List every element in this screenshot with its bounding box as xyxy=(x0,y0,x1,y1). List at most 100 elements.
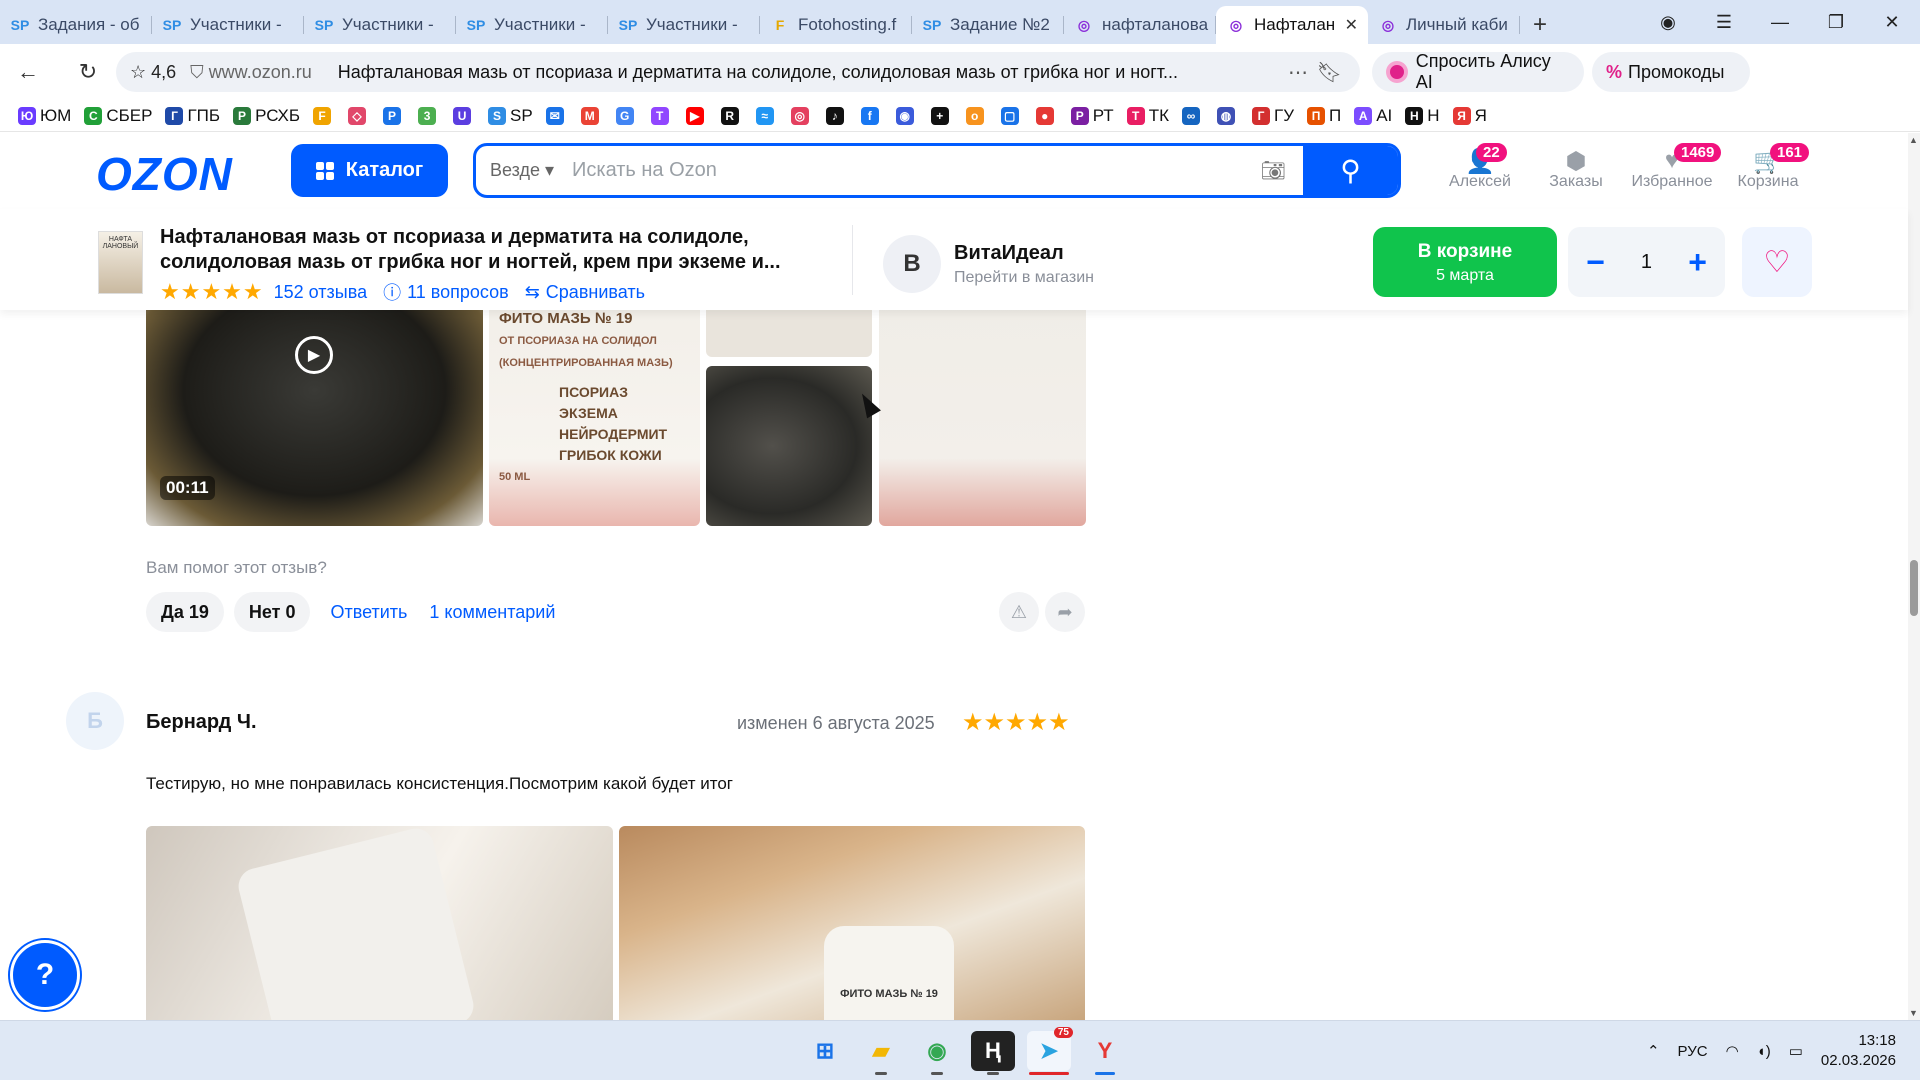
bookmark-item[interactable]: Ю ЮМ xyxy=(18,106,71,126)
reply-link[interactable]: Ответить xyxy=(330,602,407,623)
promo-button[interactable]: % Промокоды xyxy=(1592,52,1750,92)
bookmark-item[interactable]: R xyxy=(720,106,743,125)
browser-tab[interactable]: SP Участники - xyxy=(608,6,760,44)
language-indicator[interactable]: РУС xyxy=(1678,1043,1708,1060)
favorite-button[interactable]: ♡ xyxy=(1742,227,1812,297)
browser-tab[interactable]: SP Задание №2 xyxy=(912,6,1064,44)
decrease-button[interactable]: − xyxy=(1586,244,1605,281)
bookmark-icon[interactable]: 🔖︎ xyxy=(1317,60,1342,85)
chrome-icon[interactable]: ◉ xyxy=(915,1031,959,1075)
header-item-heart[interactable]: ♥ Избранное 1469 xyxy=(1624,143,1722,191)
product-thumbnail[interactable]: НАФТА ЛАНОВЫЙ xyxy=(98,231,143,294)
bookmark-item[interactable]: G xyxy=(615,106,638,125)
telegram-icon[interactable]: ➤ 75 xyxy=(1027,1027,1073,1075)
bookmark-item[interactable]: ▶ xyxy=(685,106,708,125)
compare-link[interactable]: ⇆ Сравнивать xyxy=(525,282,645,303)
bookmark-item[interactable]: НН xyxy=(1405,106,1440,126)
header-item-user[interactable]: 👤 Алексей 22 xyxy=(1432,143,1528,191)
bookmark-item[interactable]: F xyxy=(313,106,335,125)
bookmark-item[interactable]: S SP xyxy=(488,106,533,126)
review-photo-label[interactable]: ФИТО МАЗЬ № 19 ОТ ПСОРИАЗА НА СОЛИДОЛ (К… xyxy=(489,310,700,526)
volume-icon[interactable]: ◖) xyxy=(1757,1043,1771,1060)
bookmark-item[interactable]: ЯЯ xyxy=(1452,106,1487,126)
help-button[interactable]: ? xyxy=(10,940,80,1010)
browser-tab[interactable]: SP Участники - xyxy=(304,6,456,44)
browser-tab[interactable]: SP Участники - xyxy=(456,6,608,44)
browser-tab[interactable]: ◎ Личный каби xyxy=(1368,6,1520,44)
ask-alice-button[interactable]: Спросить Алису AI xyxy=(1372,51,1584,92)
bookmark-item[interactable]: С СБЕР xyxy=(84,106,152,126)
ozon-logo[interactable]: OZON xyxy=(96,147,233,201)
chevron-up-icon[interactable]: ⌃ xyxy=(1647,1042,1660,1060)
file-explorer-icon[interactable]: ▰ xyxy=(859,1031,903,1075)
share-button[interactable]: ➦ xyxy=(1045,592,1085,632)
close-window-button[interactable]: ✕ xyxy=(1864,12,1920,33)
seller-name[interactable]: ВитаИдеал xyxy=(954,242,1064,265)
review-photo-tall[interactable] xyxy=(879,310,1086,526)
bookmark-item[interactable]: ◇ xyxy=(348,106,370,125)
back-button[interactable]: ← xyxy=(6,59,50,85)
browser-tab[interactable]: SP Участники - xyxy=(152,6,304,44)
bookmark-item[interactable]: Р РСХБ xyxy=(233,106,300,126)
review-photo-small-1[interactable] xyxy=(706,310,872,357)
play-icon[interactable]: ▶ xyxy=(295,336,333,374)
scrollbar-thumb[interactable] xyxy=(1910,560,1918,616)
bookmark-item[interactable]: U xyxy=(453,106,475,125)
search-scope-select[interactable]: Везде ▾ xyxy=(490,160,572,181)
bookmark-item[interactable]: + xyxy=(930,106,953,125)
review-video[interactable]: ▶ 00:11 xyxy=(146,310,483,526)
browser-tab[interactable]: SP Задания - об xyxy=(0,6,152,44)
bookmark-item[interactable]: ◎ xyxy=(790,106,813,125)
bookmark-item[interactable]: Т ТК xyxy=(1126,106,1169,126)
increase-button[interactable]: + xyxy=(1688,244,1707,281)
bookmark-item[interactable]: P xyxy=(383,106,405,125)
browser-tab[interactable]: ◎ нафталанова xyxy=(1064,6,1216,44)
bookmark-item[interactable]: ∞ xyxy=(1181,106,1204,125)
bookmark-item[interactable]: о xyxy=(965,106,988,125)
review-photo-small-2[interactable] xyxy=(706,366,872,526)
scroll-down-icon[interactable]: ▼ xyxy=(1909,1008,1918,1018)
yandex-browser-icon[interactable]: Y xyxy=(1083,1031,1127,1075)
bookmark-item[interactable]: Г ГУ xyxy=(1251,106,1294,126)
bookmark-item[interactable]: Г ГПБ xyxy=(165,106,220,126)
browser-tab[interactable]: ◎ Нафталан ✕ xyxy=(1216,6,1368,44)
bookmark-item[interactable]: ПП xyxy=(1307,106,1341,126)
questions-link[interactable]: ⓘ 11 вопросов xyxy=(383,279,509,305)
bookmark-item[interactable]: M xyxy=(580,106,603,125)
bookmark-item[interactable]: ◍ xyxy=(1216,106,1239,125)
page-scrollbar[interactable]: ▲ ▼ xyxy=(1908,133,1920,1020)
more-icon[interactable]: ⋯ xyxy=(1288,60,1308,85)
review-photo-2[interactable]: ФИТО МАЗЬ № 19 xyxy=(619,826,1085,1020)
profile-icon[interactable]: ◉ xyxy=(1640,12,1696,33)
minimize-button[interactable]: — xyxy=(1752,12,1808,33)
close-tab-icon[interactable]: ✕ xyxy=(1345,15,1358,35)
menu-icon[interactable]: ☰ xyxy=(1696,12,1752,33)
bookmark-item[interactable]: A AI xyxy=(1354,106,1392,126)
bookmark-item[interactable]: T xyxy=(650,106,673,125)
bookmark-item[interactable]: ◉ xyxy=(895,106,918,125)
seller-store-link[interactable]: Перейти в магазин xyxy=(954,269,1094,287)
bookmark-item[interactable]: ✉ xyxy=(545,106,568,125)
clock[interactable]: 13:18 02.03.2026 xyxy=(1821,1031,1896,1071)
review-photo-1[interactable] xyxy=(146,826,613,1020)
bookmark-item[interactable]: ♪ xyxy=(825,106,848,125)
reviews-link[interactable]: 152 отзыва xyxy=(274,282,367,303)
in-cart-button[interactable]: В корзине 5 марта xyxy=(1373,227,1557,297)
report-button[interactable]: ⚠ xyxy=(999,592,1039,632)
search-input[interactable] xyxy=(572,159,1232,182)
comments-link[interactable]: 1 комментарий xyxy=(429,602,555,623)
header-item-box[interactable]: ⬢ Заказы xyxy=(1528,143,1624,191)
bookmark-item[interactable]: ≈ xyxy=(755,106,778,125)
wifi-icon[interactable]: ◠ xyxy=(1726,1042,1739,1060)
catalog-button[interactable]: Каталог xyxy=(291,144,448,197)
bookmark-item[interactable]: 3 xyxy=(418,106,440,125)
header-item-cart[interactable]: 🛒 Корзина 161 xyxy=(1720,143,1816,191)
new-tab-button[interactable]: + xyxy=(1520,6,1560,44)
app-h-icon[interactable]: Ң xyxy=(971,1031,1015,1075)
reload-button[interactable]: ↻ xyxy=(66,59,110,85)
browser-tab[interactable]: F Fotohosting.f xyxy=(760,6,912,44)
vote-no-button[interactable]: Нет 0 xyxy=(233,592,311,632)
restore-button[interactable]: ❐ xyxy=(1808,12,1864,33)
start-button[interactable]: ⊞ xyxy=(803,1031,847,1071)
vote-yes-button[interactable]: Да 19 xyxy=(146,592,224,632)
